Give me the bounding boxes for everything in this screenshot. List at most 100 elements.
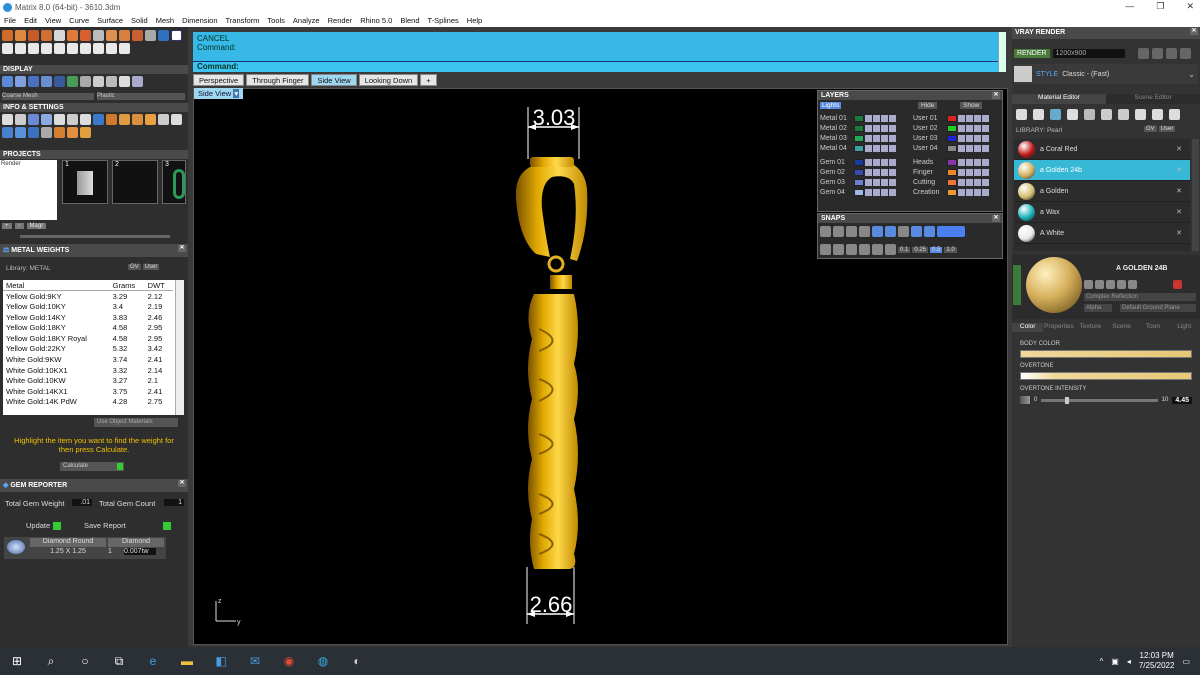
style-row[interactable]: STYLE Classic - (Fast) ⌄ (1014, 64, 1198, 84)
select-icon[interactable] (889, 158, 896, 166)
lock-icon[interactable] (966, 124, 973, 132)
visibility-icon[interactable] (958, 168, 965, 176)
visibility-icon[interactable] (865, 168, 872, 176)
slider-thumb[interactable] (1064, 396, 1069, 404)
plastic-select[interactable]: Plastic (97, 93, 185, 100)
layer-row[interactable]: Gem 04 (820, 187, 908, 197)
snap-icon[interactable] (898, 226, 909, 237)
project-thumb-3[interactable]: 3 (162, 160, 186, 204)
info-icon[interactable] (171, 114, 182, 125)
preview-icon[interactable] (1084, 280, 1093, 289)
display-icon[interactable] (67, 76, 78, 87)
tool-icon[interactable] (54, 30, 65, 41)
info-icon[interactable] (54, 127, 65, 138)
layer-color-swatch[interactable] (947, 168, 957, 176)
mat-tool-icon[interactable] (1033, 109, 1044, 120)
tool-icon[interactable] (106, 43, 117, 54)
info-icon[interactable] (80, 114, 91, 125)
visibility-icon[interactable] (865, 124, 872, 132)
preview-icon[interactable] (1117, 280, 1126, 289)
viewport-label[interactable]: Side View ▾ (194, 88, 244, 99)
table-row[interactable]: White Gold:9KW 3.74 2.41 (3, 354, 173, 365)
layer-row[interactable]: User 02 (913, 123, 1001, 133)
save-report-button[interactable]: Save Report (84, 521, 171, 530)
info-icon[interactable] (106, 114, 117, 125)
tab-scene[interactable]: Scene (1106, 323, 1137, 332)
overtone-slider[interactable] (1020, 372, 1192, 380)
visibility-icon[interactable] (865, 134, 872, 142)
lock-icon[interactable] (873, 178, 880, 186)
tool-icon[interactable] (1165, 48, 1177, 59)
select-icon[interactable] (982, 178, 989, 186)
up-button[interactable]: ↑ (14, 223, 24, 229)
edit-icon[interactable] (881, 124, 888, 132)
layer-row[interactable]: Finger (913, 167, 1001, 177)
visibility-icon[interactable] (958, 158, 965, 166)
display-icon[interactable] (54, 76, 65, 87)
edit-icon[interactable] (881, 178, 888, 186)
tab-toon[interactable]: Toon (1137, 323, 1168, 332)
info-icon[interactable] (67, 127, 78, 138)
table-row[interactable]: Yellow Gold:22KY 5.32 3.42 (3, 344, 173, 355)
lock-icon[interactable] (873, 134, 880, 142)
mat-tool-icon[interactable] (1050, 109, 1061, 120)
projects-scrollbar[interactable] (20, 235, 170, 238)
lock-icon[interactable] (873, 124, 880, 132)
layer-row[interactable]: User 04 (913, 143, 1001, 153)
info-icon[interactable] (145, 114, 156, 125)
select-icon[interactable] (889, 124, 896, 132)
lock-icon[interactable] (966, 158, 973, 166)
show-button[interactable]: Show (960, 102, 983, 109)
mat-tool-icon[interactable] (1152, 109, 1163, 120)
snap-icon[interactable] (846, 244, 857, 255)
remove-icon[interactable]: ✕ (1176, 145, 1182, 153)
magn-button[interactable]: Magr (26, 223, 47, 229)
layer-color-swatch[interactable] (854, 124, 864, 132)
update-button[interactable]: Update (26, 521, 62, 530)
prev-icon[interactable] (1137, 48, 1149, 59)
preview-icon[interactable] (1095, 280, 1104, 289)
rhino-icon[interactable]: ◐ (348, 652, 366, 670)
edit-icon[interactable] (974, 134, 981, 142)
remove-icon[interactable]: ✕ (1176, 229, 1182, 237)
tab-material-editor[interactable]: Material Editor (1012, 94, 1106, 104)
info-icon[interactable] (119, 114, 130, 125)
mat-tool-icon[interactable] (1067, 109, 1078, 120)
layer-row[interactable]: Cutting (913, 177, 1001, 187)
menu-tools[interactable]: Tools (263, 16, 289, 25)
snap-icon[interactable] (885, 244, 896, 255)
snap-value[interactable]: 0.5 (930, 246, 943, 253)
info-icon[interactable] (2, 127, 13, 138)
mail-icon[interactable]: ✉ (246, 652, 264, 670)
project-thumb-1[interactable]: 1 (62, 160, 108, 204)
layer-row[interactable]: Gem 02 (820, 167, 908, 177)
lock-icon[interactable] (966, 188, 973, 196)
menu-dimension[interactable]: Dimension (178, 16, 221, 25)
command-input[interactable]: Command: (193, 61, 1006, 72)
lock-icon[interactable] (966, 114, 973, 122)
clock[interactable]: 12:03 PM 7/25/2022 (1139, 651, 1175, 671)
tab-perspective[interactable]: Perspective (193, 74, 245, 86)
tool-icon[interactable] (80, 30, 91, 41)
select-icon[interactable] (889, 168, 896, 176)
tool-icon[interactable] (28, 30, 39, 41)
snap-icon[interactable] (885, 226, 896, 237)
lock-icon[interactable] (966, 144, 973, 152)
info-icon[interactable] (28, 127, 39, 138)
snap-icon[interactable] (859, 244, 870, 255)
menu-solid[interactable]: Solid (127, 16, 152, 25)
table-row[interactable]: Yellow Gold:10KY 3.4 2.19 (3, 301, 173, 312)
material-scrollbar[interactable] (1192, 139, 1199, 251)
info-icon[interactable] (2, 114, 13, 125)
next-icon[interactable] (1151, 48, 1163, 59)
user-button[interactable]: User (142, 264, 160, 270)
edit-icon[interactable] (881, 114, 888, 122)
table-row[interactable]: White Gold:10KW 3.27 2.1 (3, 375, 173, 386)
menu-help[interactable]: Help (463, 16, 486, 25)
close-icon[interactable]: ✕ (1186, 1, 1194, 12)
info-icon[interactable] (15, 127, 26, 138)
tool-icon[interactable] (145, 30, 156, 41)
table-row[interactable]: White Gold:10KX1 3.32 2.14 (3, 365, 173, 376)
projects-list[interactable]: Render (0, 160, 57, 220)
tool-icon[interactable] (119, 43, 130, 54)
